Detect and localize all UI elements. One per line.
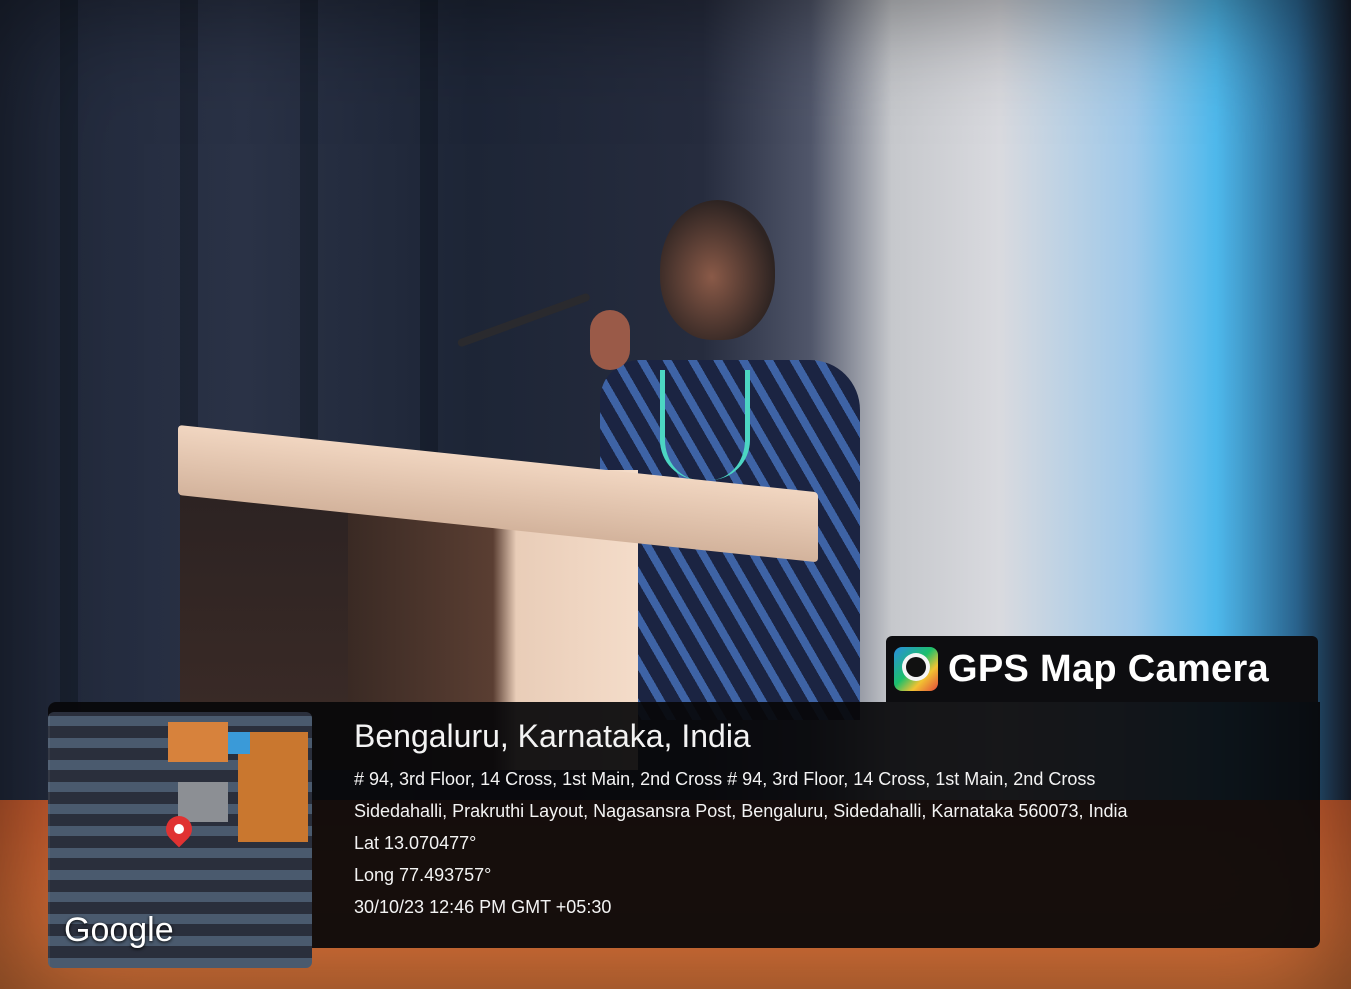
location-info: Bengaluru, Karnataka, India # 94, 3rd Fl… <box>354 718 1128 923</box>
address-line-2: Sidedahalli, Prakruthi Layout, Nagasansr… <box>354 801 1128 821</box>
map-area <box>228 732 250 754</box>
longitude: Long 77.493757° <box>354 865 492 885</box>
location-title: Bengaluru, Karnataka, India <box>354 718 751 754</box>
map-thumbnail: Google <box>48 712 312 968</box>
timestamp: 30/10/23 12:46 PM GMT +05:30 <box>354 897 612 917</box>
speaker-hand <box>590 310 630 370</box>
gps-map-camera-badge: GPS Map Camera <box>886 636 1318 702</box>
gps-map-camera-logo-icon <box>894 647 938 691</box>
address-line-1: # 94, 3rd Floor, 14 Cross, 1st Main, 2nd… <box>354 769 1096 789</box>
curtain-fold <box>60 0 78 760</box>
lanyard <box>660 370 750 480</box>
map-area <box>168 722 228 762</box>
latitude: Lat 13.070477° <box>354 833 477 853</box>
map-area <box>178 782 228 822</box>
speaker-head <box>660 200 775 340</box>
brand-name: GPS Map Camera <box>948 647 1269 690</box>
google-attribution: Google <box>64 911 174 949</box>
